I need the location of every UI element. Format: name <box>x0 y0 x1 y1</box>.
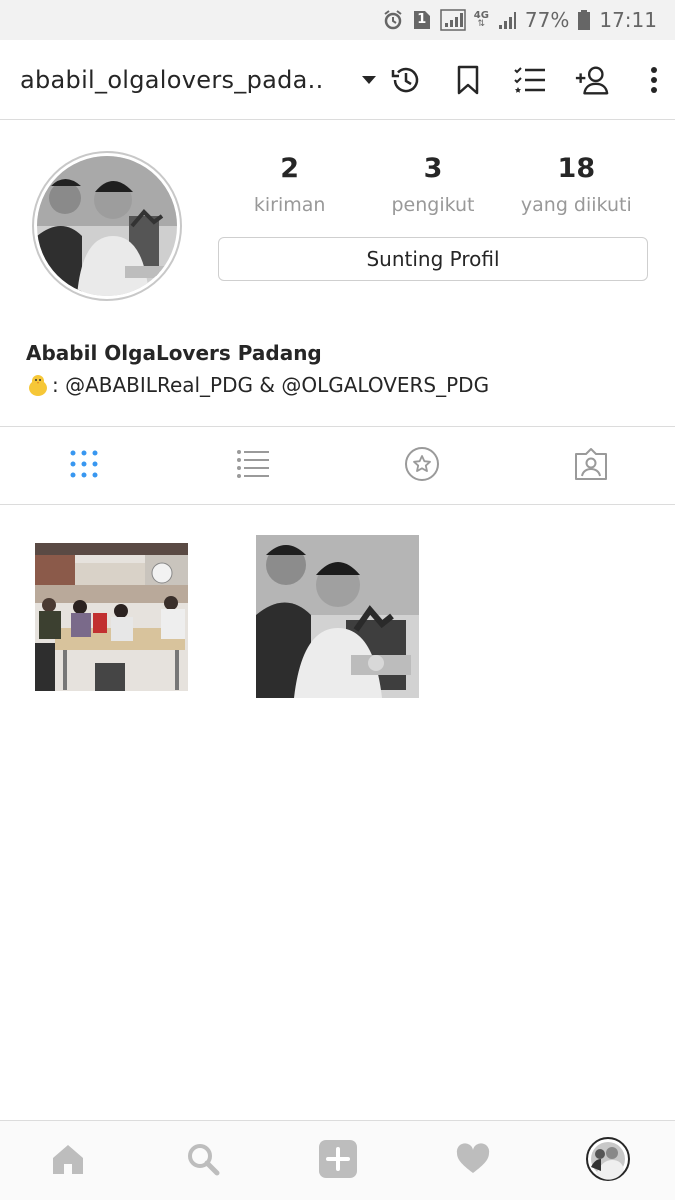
more-icon[interactable] <box>636 62 672 98</box>
profile-header: 2 kiriman 3 pengikut 18 yang diikuti Sun… <box>0 121 675 426</box>
history-icon[interactable] <box>388 62 424 98</box>
account-username[interactable]: ababil_olgalovers_pada.. <box>20 66 350 94</box>
nav-search[interactable] <box>135 1121 270 1200</box>
post-thumbnail[interactable] <box>35 543 188 691</box>
tab-grid[interactable] <box>0 427 169 504</box>
profile-bio: : @ABABILReal_PDG & @OLGALOVERS_PDG <box>26 373 489 397</box>
sim-icon: 1 <box>412 9 432 31</box>
profile-view-tabs <box>0 426 675 505</box>
status-bar: 1 4G ⇅ 77% 17:11 <box>0 0 675 40</box>
avatar[interactable] <box>32 151 182 301</box>
tab-tagged-person[interactable] <box>506 427 675 504</box>
stat-label: kiriman <box>253 194 326 216</box>
chevron-down-icon[interactable] <box>354 75 384 85</box>
post-thumbnail[interactable] <box>256 535 419 698</box>
posts-grid <box>0 505 675 1120</box>
profile-avatar-icon <box>585 1136 630 1185</box>
stat-label: pengikut <box>391 194 475 216</box>
heart-icon <box>455 1142 491 1179</box>
stat-count: 18 <box>557 153 596 184</box>
stat-followers[interactable]: 3 pengikut <box>361 153 504 216</box>
chick-emoji-icon <box>26 373 50 397</box>
battery-icon <box>577 9 591 31</box>
nav-add[interactable] <box>270 1121 405 1200</box>
battery-percent: 77% <box>524 8 570 32</box>
tab-list[interactable] <box>169 427 338 504</box>
add-user-icon[interactable] <box>574 62 610 98</box>
nav-profile[interactable] <box>540 1121 675 1200</box>
edit-profile-button[interactable]: Sunting Profil <box>218 237 648 281</box>
signal-icon <box>439 9 466 31</box>
tagged-star-icon <box>404 446 440 486</box>
list-icon <box>236 449 270 483</box>
stat-posts[interactable]: 2 kiriman <box>218 153 361 216</box>
list-icon[interactable] <box>512 62 548 98</box>
stat-count: 2 <box>280 153 300 184</box>
tab-tagged-star[interactable] <box>338 427 507 504</box>
stat-label: yang diikuti <box>520 194 632 216</box>
grid-icon <box>69 449 99 483</box>
stat-count: 3 <box>423 153 443 184</box>
sim-number: 1 <box>417 12 427 27</box>
add-icon <box>318 1139 358 1183</box>
bio-text: : @ABABILReal_PDG & @OLGALOVERS_PDG <box>52 373 490 397</box>
nav-home[interactable] <box>0 1121 135 1200</box>
alarm-icon <box>382 9 404 31</box>
stat-following[interactable]: 18 yang diikuti <box>505 153 648 216</box>
clock: 17:11 <box>599 8 657 32</box>
search-icon <box>186 1142 220 1180</box>
network-4g-icon: 4G ⇅ <box>473 10 489 29</box>
profile-full-name: Ababil OlgaLovers Padang <box>26 341 322 365</box>
bottom-navigation <box>0 1120 675 1200</box>
profile-toolbar: ababil_olgalovers_pada.. <box>0 40 675 120</box>
tagged-person-icon <box>574 447 608 485</box>
signal-icon <box>497 9 517 31</box>
nav-activity[interactable] <box>405 1121 540 1200</box>
home-icon <box>50 1142 86 1180</box>
profile-stats: 2 kiriman 3 pengikut 18 yang diikuti <box>218 153 648 216</box>
avatar-photo <box>37 156 177 296</box>
bookmark-icon[interactable] <box>450 62 486 98</box>
